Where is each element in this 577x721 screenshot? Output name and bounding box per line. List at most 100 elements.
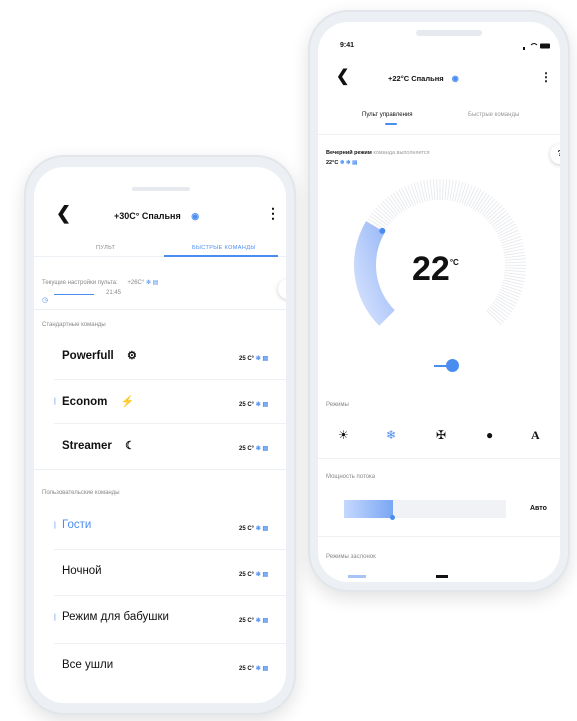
tab-remote[interactable]: Пульт управления: [362, 112, 412, 118]
more-menu-icon[interactable]: ⋮: [540, 70, 552, 84]
snowflake-icon[interactable]: ❄: [386, 428, 396, 442]
modes-label: Режимы: [326, 402, 349, 408]
vent-icon: ▤: [262, 666, 269, 672]
list-item-everyone-left[interactable]: Все ушли 25 C° ✻ ▤: [34, 647, 286, 683]
dial-value: 22: [412, 250, 450, 288]
dial-knob[interactable]: [379, 227, 386, 234]
damper-icon[interactable]: [436, 575, 448, 578]
evening-mode-status: команда выполняется: [373, 150, 430, 156]
dial-tick: [502, 242, 524, 249]
divider: [54, 379, 286, 380]
dial-tick: [373, 210, 391, 225]
command-name: Ночной: [62, 565, 102, 577]
tab-quick-commands[interactable]: БЫСТРЫЕ КОМАНДЫ: [192, 245, 256, 251]
tab-remote[interactable]: ПУЛЬТ: [96, 245, 115, 251]
dial-tick: [504, 267, 526, 270]
drop-icon[interactable]: ●: [486, 428, 493, 442]
dial-tick: [479, 196, 493, 214]
command-name: Режим для бабушки: [62, 611, 169, 623]
lightning-icon: ⚡: [120, 396, 135, 408]
dial-tick: [483, 200, 498, 217]
fan-icon: ✻: [255, 446, 261, 452]
list-item-econom[interactable]: ❘ Econom ⚡ 25 C° ✻ ▤: [34, 383, 286, 419]
dial-tick: [504, 269, 526, 273]
list-item-streamer[interactable]: Streamer ☾ 25 C° ✻ ▤: [34, 427, 286, 463]
auto-icon[interactable]: A: [531, 428, 540, 443]
wifi-icon: ◉: [451, 74, 459, 83]
vent-icon: ▤: [152, 280, 159, 286]
evening-mode-title: Вечерний режим: [326, 150, 372, 156]
clock-icon: ◷: [42, 297, 49, 304]
more-menu-icon[interactable]: ⋮: [266, 205, 280, 222]
dial-tick: [504, 261, 526, 264]
dial-tick: [486, 205, 503, 221]
streamer-icon: ☾: [125, 440, 135, 452]
dial-tick: [481, 198, 496, 216]
fan-icon: ✻: [145, 280, 151, 286]
command-name: Powerfull ⚙: [62, 350, 137, 362]
dial-unit: °C: [449, 258, 459, 267]
dial-tick: [488, 207, 505, 223]
fan-icon: ✻: [255, 618, 261, 624]
dial-tick: [416, 181, 424, 203]
dial-tick: [379, 202, 396, 219]
dial-tick: [504, 255, 526, 259]
dial-slider-handle[interactable]: [446, 359, 459, 372]
list-item-grandma-mode[interactable]: ❘ Режим для бабушки 25 C° ✻ ▤: [34, 599, 286, 635]
flow-slider[interactable]: [344, 500, 506, 520]
command-name: Гости: [62, 519, 92, 531]
page-title: +22°C Спальня ◉: [388, 74, 459, 83]
back-phone-screen: 9:41 ❮ +22°C Спальня ◉ ⋮ Пульт управлени…: [318, 22, 560, 582]
fan-icon[interactable]: ✠: [436, 428, 446, 442]
evening-mode-temp: 22°C: [326, 160, 339, 166]
tab-indicator: [164, 255, 278, 257]
dial-tick: [433, 179, 436, 201]
front-phone: ❮ +30C° Спальня ◉ ⋮ ПУЛЬТ БЫСТРЫЕ КОМАНД…: [24, 155, 296, 715]
dial-tick: [491, 304, 509, 318]
evening-mode-row[interactable]: Вечерний режим команда выполняется: [326, 150, 430, 156]
standard-commands-label: Стандартные команды: [42, 322, 106, 328]
front-phone-screen: ❮ +30C° Спальня ◉ ⋮ ПУЛЬТ БЫСТРЫЕ КОМАНД…: [34, 167, 286, 703]
list-item-night[interactable]: Ночной 25 C° ✻ ▤: [34, 553, 286, 589]
tab-indicator: [385, 123, 397, 125]
divider: [318, 134, 560, 135]
sun-icon[interactable]: ☀: [338, 428, 349, 442]
divider: [318, 458, 560, 459]
dial-tick: [447, 179, 451, 201]
vent-icon: ▤: [262, 618, 269, 624]
dial-tick: [504, 251, 526, 256]
dial-tick: [426, 179, 431, 201]
fan-icon: ✻: [255, 402, 261, 408]
user-commands-label: Пользовательские команды: [42, 490, 120, 496]
notch: [416, 30, 482, 36]
back-arrow-icon[interactable]: ❮: [336, 66, 349, 86]
damper-icon[interactable]: [348, 575, 366, 578]
help-button[interactable]: ?: [278, 279, 286, 299]
damper-label: Режимы заслонок: [326, 554, 376, 560]
timer-row: ◷ 21:45: [42, 289, 121, 307]
flow-slider-knob[interactable]: [390, 515, 396, 520]
pin-icon: ❘: [52, 522, 58, 529]
flow-label: Мощность потока: [326, 474, 376, 480]
vent-icon: ▤: [262, 402, 269, 408]
flow-slider-fill: [344, 500, 393, 518]
back-arrow-icon[interactable]: ❮: [56, 203, 71, 224]
dial-tick: [384, 198, 399, 216]
divider: [318, 536, 560, 537]
divider: [34, 469, 286, 470]
dial-tick: [502, 282, 523, 289]
battery-icon: [523, 43, 550, 50]
divider: [54, 549, 286, 550]
command-name: Все ушли: [62, 659, 114, 671]
fan-icon: ✻: [255, 666, 261, 672]
flow-value: Авто: [530, 505, 547, 512]
command-name: Econom ⚡: [62, 396, 135, 408]
list-item-guests[interactable]: ❘ Гости 25 C° ✻ ▤: [34, 509, 286, 543]
dial-tick: [484, 202, 501, 219]
dial-tick: [444, 179, 447, 201]
divider: [34, 309, 286, 310]
tab-quick-commands[interactable]: Быстрые команды: [468, 112, 519, 118]
dial-tick: [504, 258, 526, 261]
help-button[interactable]: ?: [550, 144, 560, 164]
list-item-powerfull[interactable]: Powerfull ⚙ 25 C° ✻ ▤: [34, 339, 286, 375]
